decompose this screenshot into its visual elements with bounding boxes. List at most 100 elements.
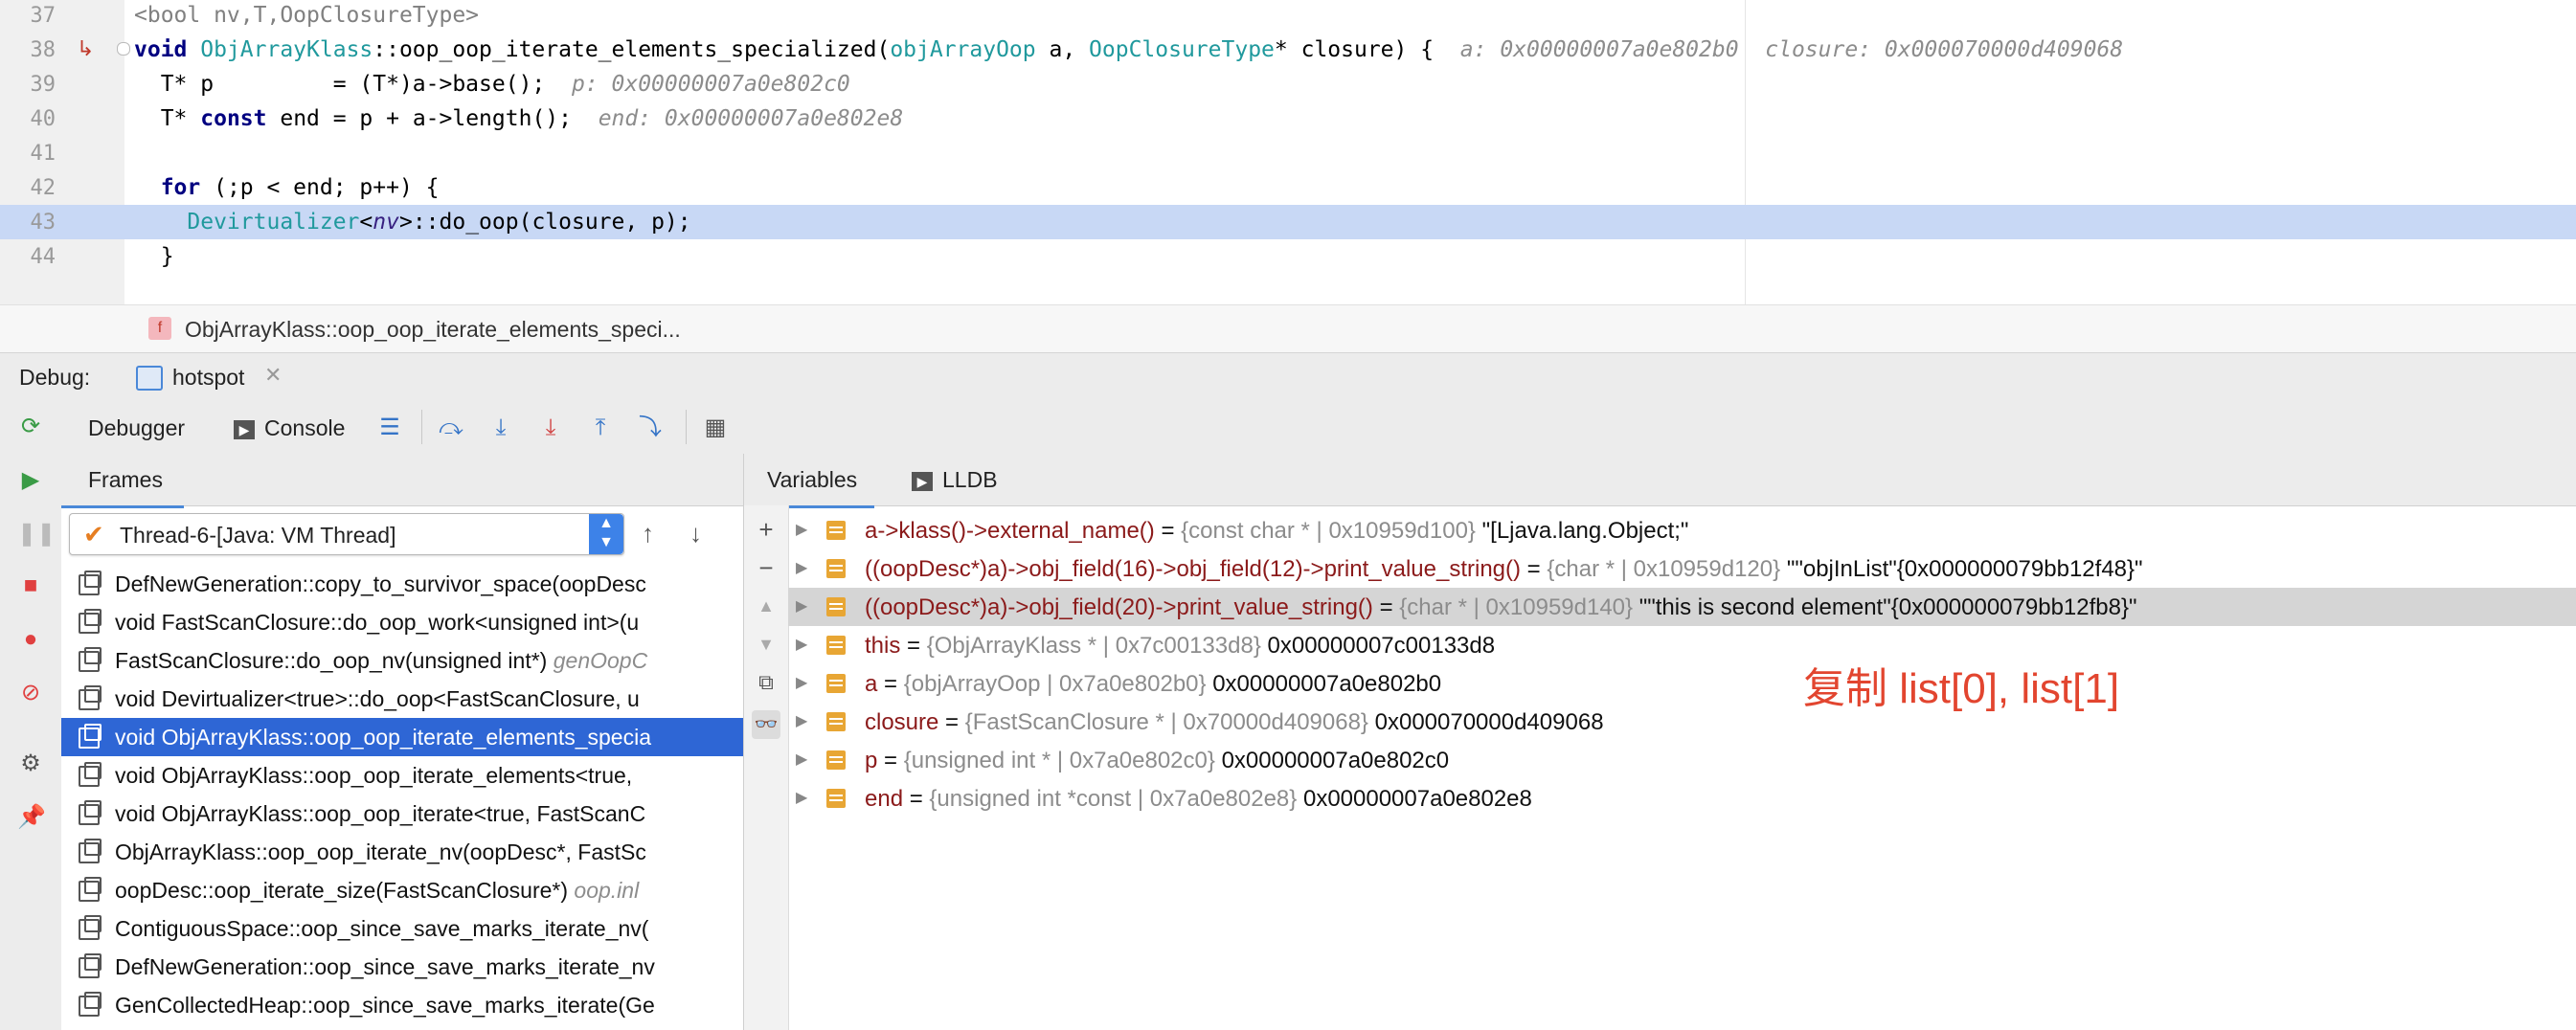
expand-icon[interactable]: ▶ xyxy=(796,596,807,616)
variable-row[interactable]: ▶ a = {objArrayOop | 0x7a0e802b0} 0x00000… xyxy=(788,664,2576,703)
variable-row[interactable]: ▶ end = {unsigned int *const | 0x7a0e802e… xyxy=(788,779,2576,817)
check-icon: ✔ xyxy=(83,520,104,549)
variables-toolbar: + − ▲ ▼ ⧉ 👓 xyxy=(744,505,789,1030)
arrow-up-icon[interactable]: ↑ xyxy=(642,519,654,549)
frame-row[interactable]: oopDesc::oop_iterate_size(FastScanClosur… xyxy=(61,871,743,909)
thread-selector[interactable]: ✔ Thread-6-[Java: VM Thread] ▲ ▼ xyxy=(69,513,624,555)
frame-row[interactable]: ContiguousSpace::oop_since_save_marks_it… xyxy=(61,909,743,948)
code-line[interactable]: 41 xyxy=(0,136,2576,170)
code-line[interactable]: 38 ↳ void ObjArrayKlass::oop_oop_iterate_e… xyxy=(0,33,2576,67)
code-line[interactable]: 39 T* p = (T*)a->base(); p: 0x00000007a0… xyxy=(0,67,2576,101)
expand-icon[interactable]: ▶ xyxy=(796,788,807,807)
expand-icon[interactable]: ▶ xyxy=(796,750,807,769)
frame-row[interactable]: void ObjArrayKlass::oop_oop_iterate_elem… xyxy=(61,756,743,795)
expand-icon[interactable]: ▶ xyxy=(796,711,807,730)
step-over-icon[interactable]: ⤼ xyxy=(437,414,465,442)
variable-value: 0x00000007c00133d8 xyxy=(1267,633,1496,659)
frame-row[interactable]: ObjArrayKlass::oop_oop_iterate_nv(oopDes… xyxy=(61,833,743,871)
rerun-icon[interactable]: ⟳ xyxy=(17,414,44,440)
force-step-into-icon[interactable]: ⤓ xyxy=(536,414,565,442)
frame-row[interactable]: void FastScanClosure::do_oop_work<unsign… xyxy=(61,603,743,641)
resume-icon[interactable]: ▶ xyxy=(17,467,44,494)
layout-menu-icon[interactable]: ☰ xyxy=(375,414,404,442)
tab-hotspot-session[interactable]: hotspot ✕ xyxy=(113,353,293,404)
frame-row[interactable]: FastScanClosure::do_oop_nv(unsigned int*… xyxy=(61,641,743,680)
step-out-icon[interactable]: ⤒ xyxy=(586,414,615,442)
gear-icon[interactable]: ⚙ xyxy=(17,750,44,777)
inline-value-hint: a: 0x00000007a0e802b0 closure: 0x0000700… xyxy=(1459,37,2124,62)
show-watches-icon[interactable]: 👓 xyxy=(752,710,780,739)
variable-row[interactable]: ▶ this = {ObjArrayKlass * | 0x7c00133d8} … xyxy=(788,626,2576,664)
frame-function: void Devirtualizer<true>::do_oop<FastSca… xyxy=(115,686,640,711)
frames-header: Frames xyxy=(61,454,743,508)
frame-row[interactable]: void Devirtualizer<true>::do_oop<FastSca… xyxy=(61,680,743,718)
expand-icon[interactable]: ▶ xyxy=(796,635,807,654)
view-breakpoints-icon[interactable]: ● xyxy=(17,626,44,653)
stack-frame-icon xyxy=(79,724,102,749)
run-to-cursor-icon[interactable]: ⤵ xyxy=(636,414,665,442)
code-line[interactable]: 43 Devirtualizer<nv>::do_oop(closure, p)… xyxy=(0,205,2576,239)
frame-row[interactable]: DefNewGeneration::copy_to_survivor_space… xyxy=(61,565,743,603)
frame-function: ContiguousSpace::oop_since_save_marks_it… xyxy=(115,916,649,941)
tab-variables[interactable]: Variables xyxy=(744,454,874,508)
frame-row[interactable]: DefNewGeneration::oop_since_save_marks_i… xyxy=(61,948,743,986)
code-line[interactable]: 44 } xyxy=(0,239,2576,274)
variable-row[interactable]: ▶ ((oopDesc*)a)->obj_field(20)->print_val… xyxy=(788,588,2576,626)
pin-icon[interactable]: 📌 xyxy=(17,804,46,831)
line-number: 41 xyxy=(30,142,56,166)
breadcrumb-label[interactable]: ObjArrayKlass::oop_oop_iterate_elements_… xyxy=(185,317,681,343)
expand-icon[interactable]: ▶ xyxy=(796,673,807,692)
frames-panel: Frames ✔ Thread-6-[Java: VM Thread] ▲ ▼ ↑… xyxy=(61,454,744,1030)
expand-icon[interactable]: ▶ xyxy=(796,520,807,539)
code-text: void ObjArrayKlass::oop_oop_iterate_elem… xyxy=(134,37,2123,62)
copy-icon[interactable]: ⧉ xyxy=(752,668,780,697)
tab-frames[interactable]: Frames xyxy=(61,454,184,508)
chevron-updown-icon[interactable]: ▲ ▼ xyxy=(589,514,623,554)
frame-row[interactable]: void ObjArrayKlass::oop_oop_iterate_elem… xyxy=(61,718,743,756)
variable-name: a->klass()->external_name() xyxy=(865,518,1155,544)
frame-label: void FastScanClosure::do_oop_work<unsign… xyxy=(115,610,639,636)
frame-row[interactable]: GenCollectedHeap::oop_since_save_marks_i… xyxy=(61,986,743,1024)
frame-label: void Devirtualizer<true>::do_oop<FastSca… xyxy=(115,686,640,712)
code-token: <bool nv,T,OopClosureType> xyxy=(134,3,480,28)
code-editor[interactable]: 37 <bool nv,T,OopClosureType> 38 ↳ void ObjA… xyxy=(0,0,2576,304)
code-line[interactable]: 37 <bool nv,T,OopClosureType> xyxy=(0,0,2576,33)
frame-row[interactable]: void ObjArrayKlass::oop_oop_iterate<true… xyxy=(61,795,743,833)
arrow-down-icon[interactable]: ↓ xyxy=(689,519,702,549)
variable-icon xyxy=(826,750,846,770)
breadcrumb[interactable]: f ObjArrayKlass::oop_oop_iterate_element… xyxy=(0,304,2576,353)
code-line[interactable]: 40 T* const end = p + a->length(); end: … xyxy=(0,101,2576,136)
tab-lldb[interactable]: ▶ LLDB xyxy=(912,467,998,493)
tab-console[interactable]: ▶ Console xyxy=(234,415,345,441)
move-down-icon[interactable]: ▼ xyxy=(752,630,780,659)
variable-icon xyxy=(826,559,846,578)
remove-watch-icon[interactable]: − xyxy=(752,553,780,582)
code-token: void xyxy=(134,37,201,62)
variable-type: {unsigned int *const | 0x7a0e802e8} xyxy=(929,786,1298,812)
session-tab-label: hotspot xyxy=(172,365,245,390)
add-watch-icon[interactable]: + xyxy=(752,515,780,544)
mute-breakpoints-icon[interactable]: ⊘ xyxy=(17,680,44,706)
expand-icon[interactable]: ▶ xyxy=(796,558,807,577)
pause-icon[interactable]: ❚❚ xyxy=(17,521,56,548)
step-into-icon[interactable]: ⤓ xyxy=(486,414,515,442)
variable-text: closure = {FastScanClosure * | 0x70000d4… xyxy=(865,709,1604,736)
code-token: T* p = (T*)a->base(); xyxy=(134,72,572,97)
stop-icon[interactable]: ■ xyxy=(17,572,44,599)
tab-debugger[interactable]: Debugger xyxy=(61,400,210,457)
lldb-icon: ▶ xyxy=(912,471,933,491)
variable-row[interactable]: ▶ p = {unsigned int * | 0x7a0e802c0} 0x00… xyxy=(788,741,2576,779)
fold-icon[interactable] xyxy=(117,42,130,56)
variable-row[interactable]: ▶ ((oopDesc*)a)->obj_field(16)->obj_field… xyxy=(788,549,2576,588)
evaluate-expression-icon[interactable]: ▦ xyxy=(701,414,730,442)
variable-row[interactable]: ▶ a->klass()->external_name() = {const ch… xyxy=(788,511,2576,549)
variable-row[interactable]: ▶ closure = {FastScanClosure * | 0x70000d… xyxy=(788,703,2576,741)
equals-sign: = xyxy=(938,709,965,735)
equals-sign: = xyxy=(877,671,904,697)
variable-icon xyxy=(826,789,846,808)
close-icon[interactable]: ✕ xyxy=(264,363,282,388)
move-up-icon[interactable]: ▲ xyxy=(752,592,780,620)
code-line[interactable]: 42 for (;p < end; p++) { xyxy=(0,170,2576,205)
override-marker-icon[interactable]: ↳ xyxy=(77,36,94,61)
code-text: T* const end = p + a->length(); end: 0x0… xyxy=(134,106,904,131)
